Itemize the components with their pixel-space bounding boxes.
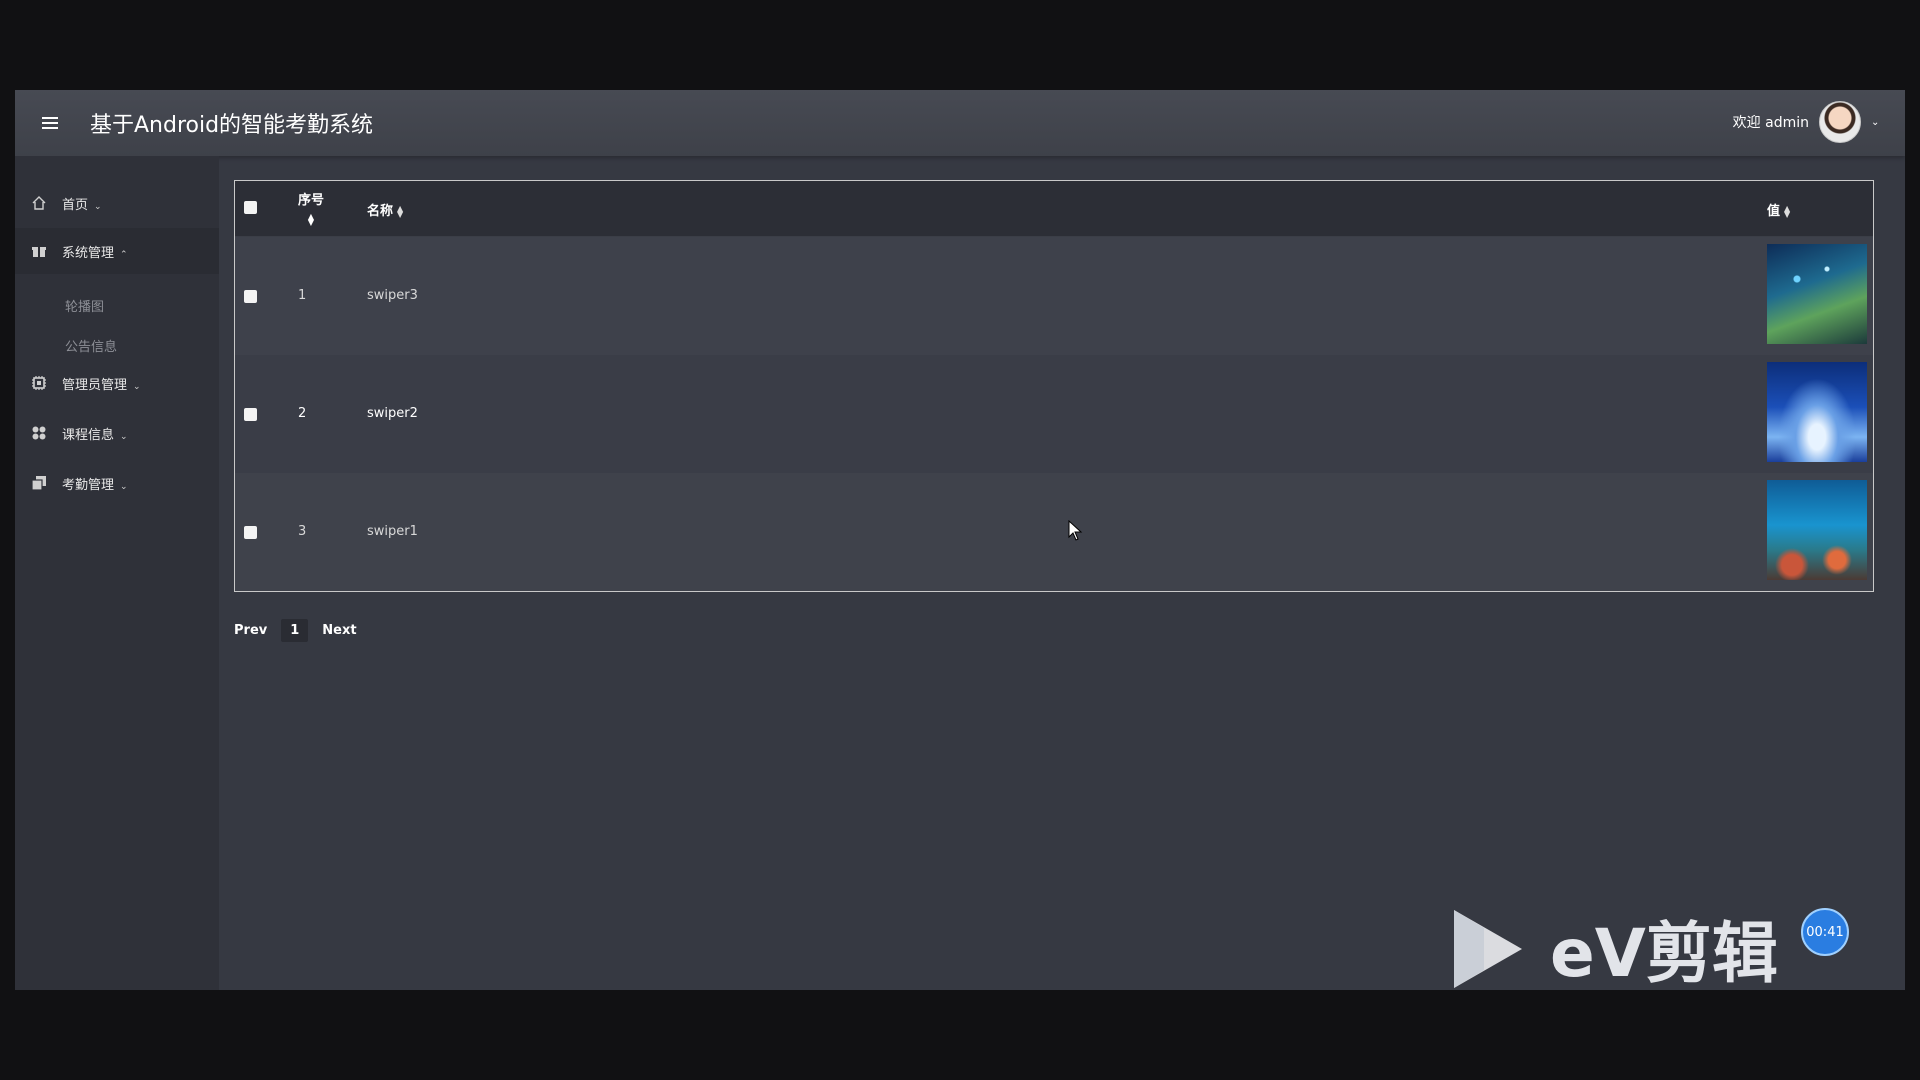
sidebar-item-label: 管理员管理	[62, 377, 128, 393]
sidebar-item-courses[interactable]: 课程信息 ⌄	[15, 410, 219, 456]
top-navbar: 基于Android的智能考勤系统 欢迎 admin ⌄	[15, 90, 1905, 156]
row-name: swiper2	[367, 406, 418, 421]
mouse-cursor-icon	[1068, 520, 1083, 541]
reef-fish-image[interactable]	[1767, 480, 1867, 580]
table-header: 序号 ▲ ▼ 名称 ▲ ▼ 值 ▲ ▼	[235, 181, 1873, 236]
sidebar-item-attendance[interactable]: 考勤管理 ⌄	[15, 460, 219, 506]
next-page-link[interactable]: Next	[322, 623, 356, 638]
sidebar-item-label: 首页	[62, 197, 89, 213]
select-all-checkbox[interactable]	[244, 201, 257, 214]
sidebar-item-label: 系统管理	[62, 245, 115, 261]
avatar[interactable]	[1819, 101, 1861, 143]
sidebar-subitem-announcements[interactable]: 公告信息	[65, 336, 117, 355]
app-title: 基于Android的智能考勤系统	[90, 113, 374, 138]
sort-icon: ▲ ▼	[1784, 203, 1791, 219]
current-page-button[interactable]: 1	[281, 619, 309, 642]
chevron-down-icon: ⌄	[120, 431, 128, 442]
sidebar-item-admins[interactable]: 管理员管理 ⌄	[15, 360, 219, 406]
row-name: swiper3	[367, 288, 418, 303]
chevron-down-icon: ⌄	[133, 381, 141, 392]
gift-icon	[30, 242, 48, 260]
data-table: 序号 ▲▼ 名称▲▼ 值▲▼ 1 swiper3 2 swiper2	[234, 180, 1874, 592]
apps-icon	[30, 424, 48, 442]
table-row[interactable]: 3 swiper1	[235, 473, 1873, 591]
copy-icon	[30, 474, 48, 492]
sort-icon: ▲ ▼	[397, 203, 404, 219]
chevron-up-icon: ⌃	[120, 249, 128, 260]
row-index: 2	[298, 406, 307, 421]
sidebar-subitem-carousel[interactable]: 轮播图	[65, 296, 104, 315]
column-header-index[interactable]: 序号 ▲ ▼	[298, 189, 324, 227]
row-checkbox[interactable]	[244, 408, 257, 421]
row-index: 1	[298, 288, 307, 303]
prev-page-link[interactable]: Prev	[234, 623, 267, 638]
home-icon	[30, 194, 48, 212]
sidebar: 首页 ⌄ 系统管理 ⌃ 轮播图 公告信息 管理员管理 ⌄ 课程信息 ⌄ 考勤管理	[15, 156, 219, 990]
sidebar-item-label: 考勤管理	[62, 477, 115, 493]
sidebar-item-home[interactable]: 首页 ⌄	[15, 180, 219, 226]
watermark-text: eV剪辑	[1550, 915, 1778, 992]
row-checkbox[interactable]	[244, 290, 257, 303]
chevron-down-icon[interactable]: ⌄	[1871, 117, 1881, 128]
column-header-value[interactable]: 值 ▲ ▼	[1767, 200, 1790, 219]
ev-logo-watermark: eV剪辑	[1454, 910, 1778, 992]
row-index: 3	[298, 524, 307, 539]
pagination: Prev 1 Next	[234, 619, 357, 642]
coral-reef-image[interactable]	[1767, 244, 1867, 344]
sidebar-item-label: 课程信息	[62, 427, 115, 443]
chevron-down-icon: ⌄	[120, 481, 128, 492]
hamburger-icon	[42, 122, 58, 124]
ocean-wave-image[interactable]	[1767, 362, 1867, 462]
welcome-text: 欢迎 admin	[1732, 115, 1809, 131]
chip-icon	[30, 374, 48, 392]
table-row[interactable]: 1 swiper3	[235, 237, 1873, 355]
column-header-name[interactable]: 名称 ▲ ▼	[367, 200, 403, 219]
sidebar-item-system[interactable]: 系统管理 ⌃	[15, 228, 219, 274]
row-name: swiper1	[367, 524, 418, 539]
table-row[interactable]: 2 swiper2	[235, 355, 1873, 473]
sort-icon: ▲ ▼	[307, 212, 315, 227]
app-window: 基于Android的智能考勤系统 欢迎 admin ⌄ 首页 ⌄ 系统管理 ⌃ 轮播…	[15, 90, 1905, 990]
chevron-down-icon: ⌄	[94, 201, 102, 212]
row-checkbox[interactable]	[244, 526, 257, 539]
user-menu[interactable]: 欢迎 admin ⌄	[1733, 100, 1881, 144]
menu-toggle-button[interactable]	[37, 110, 63, 136]
